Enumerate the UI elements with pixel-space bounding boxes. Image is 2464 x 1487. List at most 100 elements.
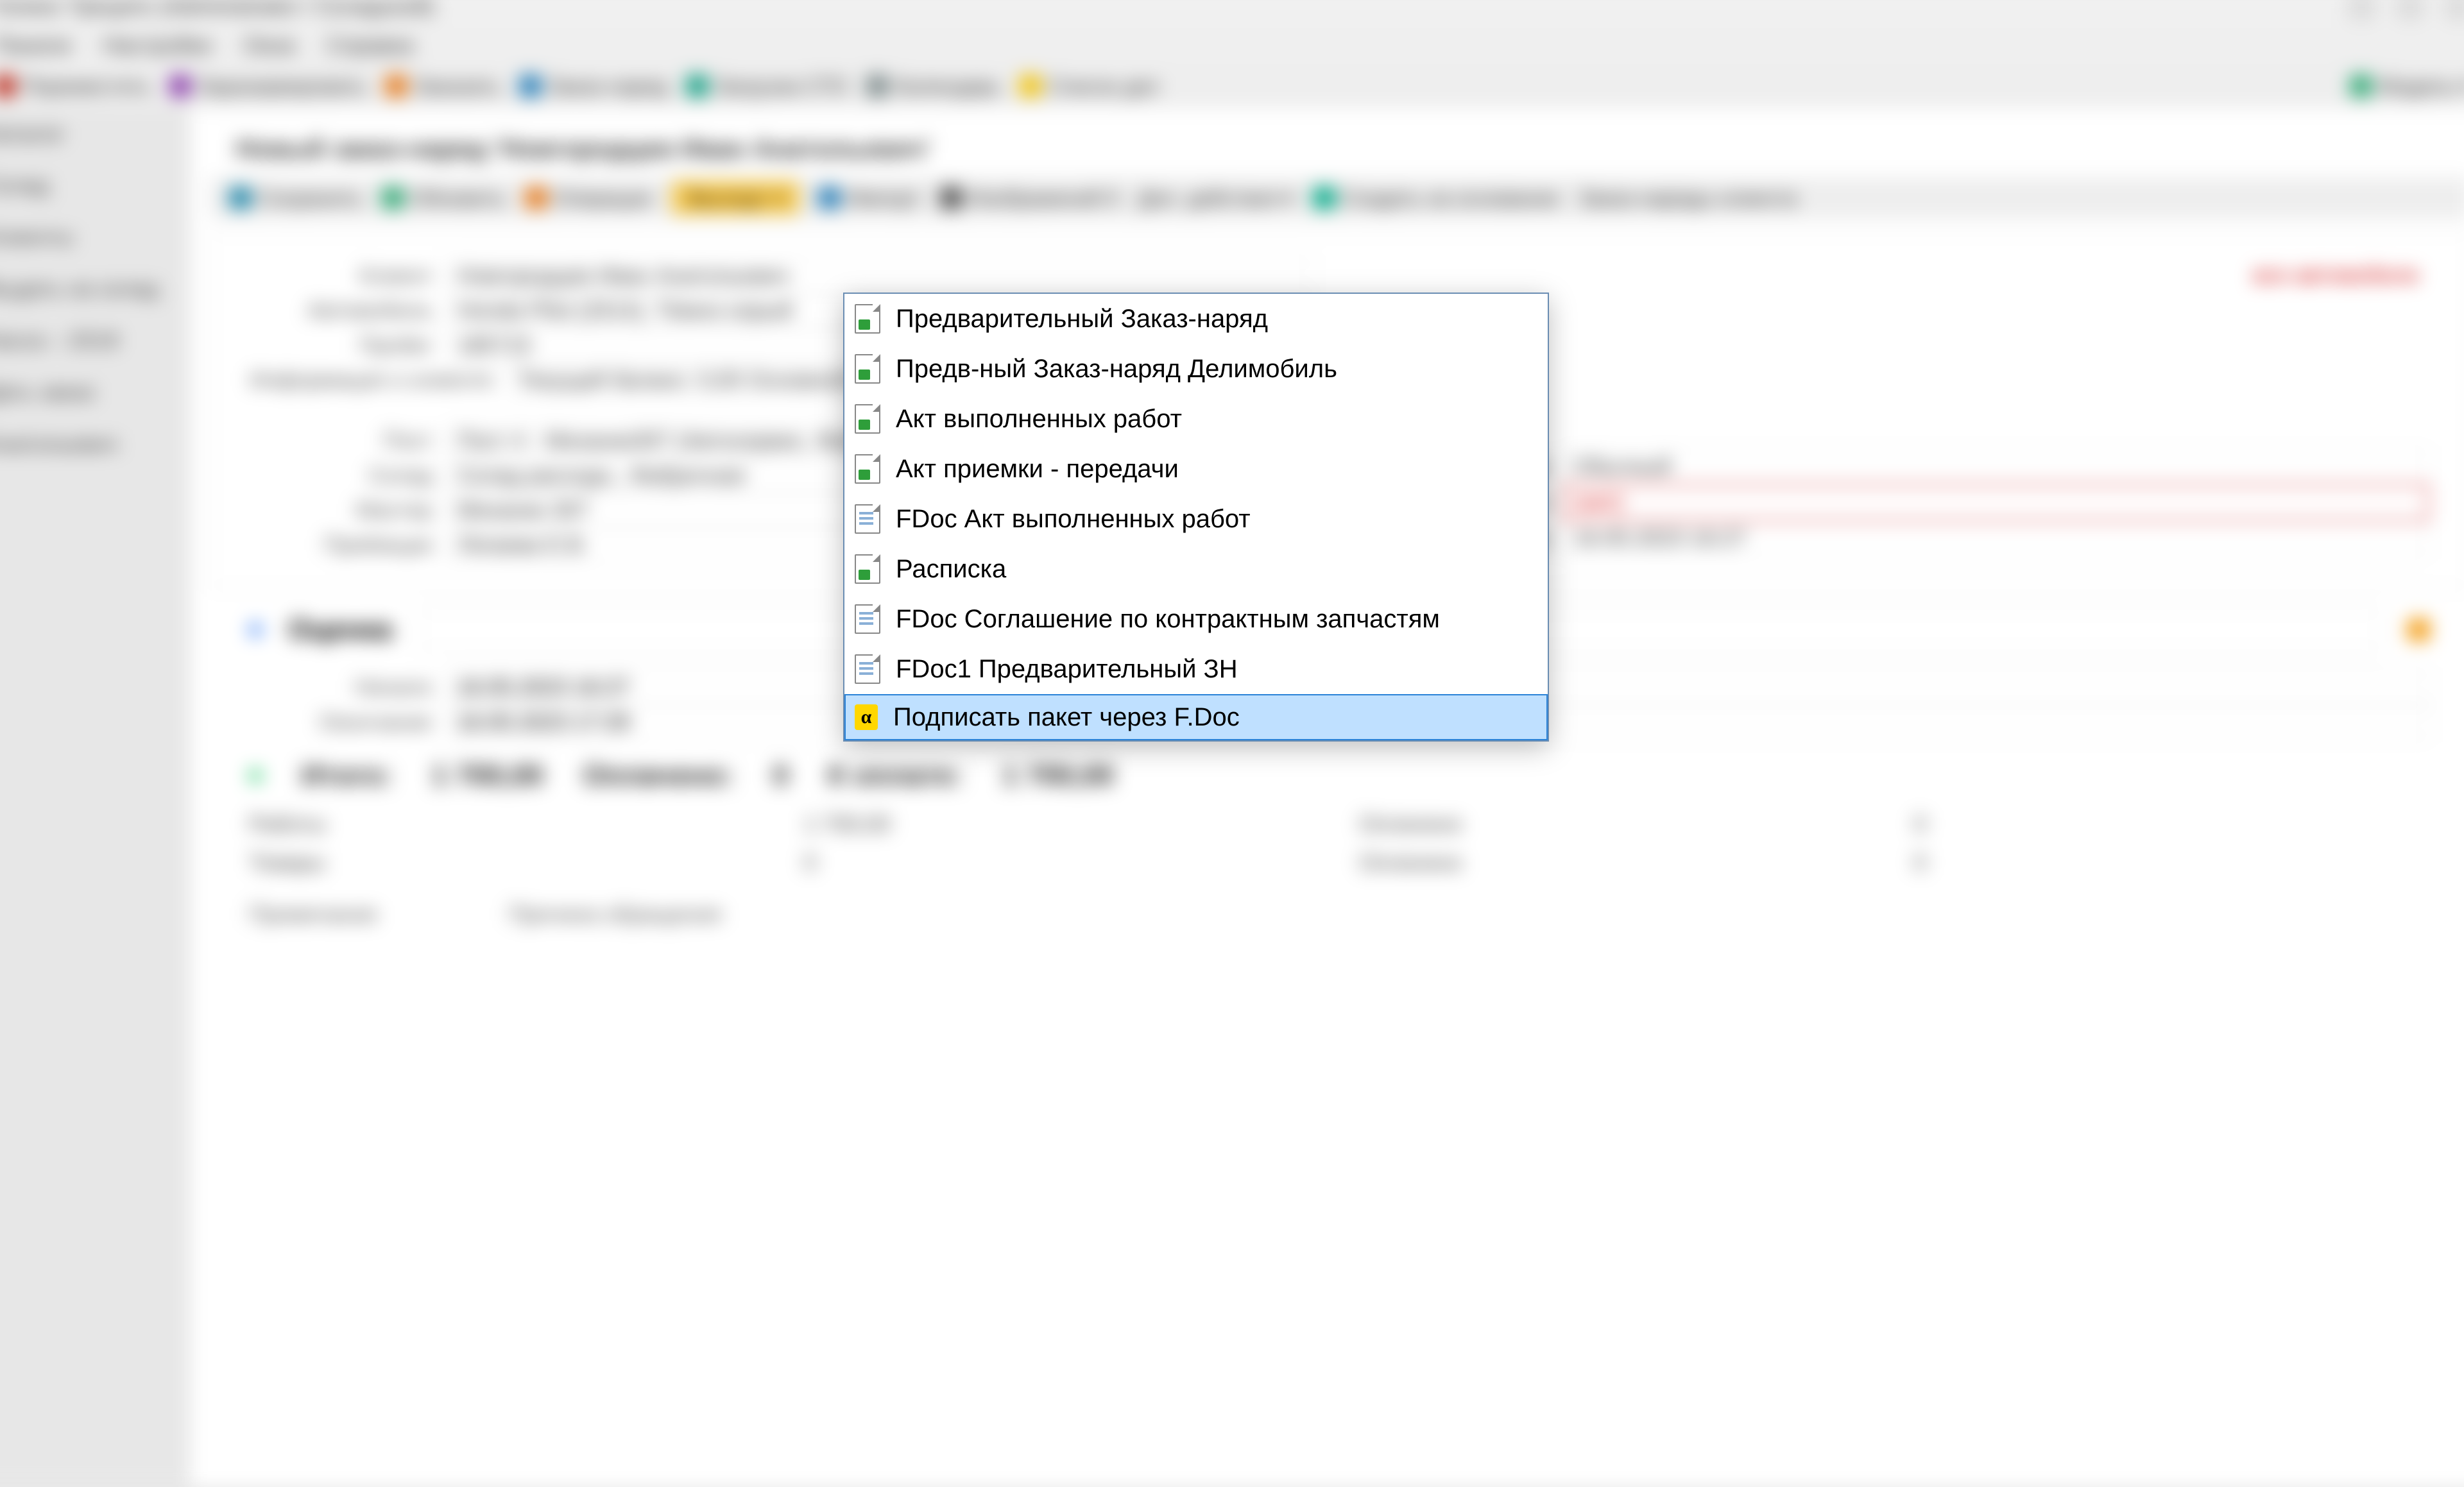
export-item-label: FDoc Соглашение по контрактным запчастям [896, 606, 1440, 632]
document-page-icon [855, 654, 880, 684]
itogo-value: 1 700,00 [431, 760, 543, 792]
export-item-receipt[interactable]: Расписка [844, 544, 1548, 594]
toolbar-button[interactable]: Заказать [385, 74, 501, 98]
all-autos-link[interactable]: все автомобили [1365, 259, 2429, 292]
load-icon [686, 75, 708, 98]
titlebar: Гелиос Трецепс (Administrator / Складско… [0, 0, 2464, 27]
client-row: Клиент Новгородцев Иван Анатольевич [250, 259, 1313, 293]
export-item-label: FDoc1 Предварительный ЗН [896, 656, 1238, 682]
export-item-label: FDoc Акт выполненных работ [896, 506, 1251, 532]
totals-row: Итого: 1 700,00 Оплачено: 0 К оплате: 1 … [210, 740, 2464, 811]
sidebar-item[interactable]: Анатольевич [0, 432, 181, 457]
todo-icon [1020, 75, 1042, 98]
note-label: Примечание [249, 902, 378, 928]
menu-item[interactable]: Справка [327, 33, 414, 58]
sidebar-item[interactable]: Каталог [0, 121, 181, 147]
master-label: Мастер [250, 498, 433, 523]
sidebar-item[interactable]: Склад [0, 173, 181, 199]
export-item-sign-package-fdoc[interactable]: α Подписать пакет через F.Doc [844, 694, 1548, 740]
date-value[interactable]: 16.05.2023 16:27 [1562, 521, 2429, 556]
dot-icon [249, 624, 262, 636]
plus-icon [1313, 187, 1335, 209]
tip-value[interactable]: Обычный [1562, 449, 2429, 484]
workorder-icon [519, 75, 542, 98]
sidebar-item[interactable]: Касса – 2019 [0, 328, 181, 354]
window-title: Гелиос Трецепс (Administrator / Складско… [0, 0, 434, 19]
document-title: Новый заказ-наряд 'Новгородцев Иван Анат… [210, 128, 2464, 176]
document-toolbar: Сохранить Обновить Операции Экспорт ▾ Им… [210, 177, 2464, 219]
export-item-preliminary-order-delimobil[interactable]: Предв-ный Заказ-наряд Делимобиль [844, 344, 1548, 394]
menu-item[interactable]: Настройки [103, 33, 212, 58]
export-item-label: Расписка [896, 556, 1006, 582]
sidebar-item[interactable]: Дать заказ [0, 380, 181, 405]
toolbar-model-button[interactable]: Модель ▾ [2350, 74, 2464, 99]
toolbar-button[interactable]: Календарь [866, 74, 1001, 98]
export-item-completed-works-act[interactable]: Акт выполненных работ [844, 394, 1548, 444]
reserve-icon [169, 75, 192, 98]
zapchasti-value[interactable]: (нет) [1562, 484, 2429, 521]
okonch-label: Окончание [249, 710, 432, 735]
export-item-fdoc1-preliminary[interactable]: FDoc1 Предварительный ЗН [844, 644, 1548, 694]
tovary-value: 0 [804, 850, 1320, 876]
koplata-label: К оплате: [828, 760, 963, 792]
export-item-fdoc-completed-works[interactable]: FDoc Акт выполненных работ [844, 494, 1548, 544]
close-button[interactable] [2444, 0, 2464, 21]
toolbar-button[interactable]: Заразирвировать [169, 74, 367, 98]
export-item-label: Акт выполненных работ [896, 406, 1182, 432]
export-item-label: Акт приемки - передачи [896, 456, 1179, 482]
maximize-button[interactable] [2396, 0, 2425, 21]
blurred-background: Гелиос Трецепс (Administrator / Складско… [0, 0, 2464, 1487]
notes-row: Примечание Причина обращения [210, 876, 2464, 953]
koplata-value: 1 700,00 [1002, 760, 1114, 792]
clock-icon [2408, 618, 2430, 641]
export-item-label: Предв-ный Заказ-наряд Делимобиль [896, 356, 1337, 382]
minimize-button[interactable] [2347, 0, 2376, 21]
export-item-label: Предварительный Заказ-наряд [896, 306, 1268, 332]
app-window: Гелиос Трецепс (Administrator / Складско… [0, 0, 2464, 1487]
sidebar-item[interactable]: Клиенты [0, 225, 181, 250]
toolbar-button[interactable]: Заказ-наряд [519, 74, 668, 98]
save-button[interactable]: Сохранить [229, 186, 362, 210]
export-item-acceptance-act[interactable]: Акт приемки - передачи [844, 444, 1548, 494]
toolbar-button[interactable]: Загрузка СТО [686, 74, 848, 98]
reason-label: Причина обращения [509, 902, 722, 928]
auto-label: Автомобиль [250, 298, 433, 324]
export-button[interactable]: Экспорт ▾ [671, 182, 799, 214]
sklad-label: Склад [250, 463, 433, 489]
menu-item[interactable]: Панели [0, 33, 71, 58]
excel-page-icon [855, 454, 880, 484]
export-item-label: Подписать пакет через F.Doc [893, 704, 1240, 730]
extra-actions-button[interactable]: Доп. действия ▾ [1138, 185, 1294, 210]
client-value[interactable]: Новгородцев Иван Анатольевич [446, 259, 1313, 293]
order-icon [385, 75, 407, 98]
create-from-button[interactable]: Создать на основании [1313, 186, 1559, 210]
image-icon [940, 187, 963, 209]
images-button[interactable]: Изображений 0 [940, 186, 1118, 210]
main-app-toolbar: Переместить Заразирвировать Заказать Зак… [0, 64, 2464, 108]
import-icon [819, 187, 841, 209]
export-dropdown-menu: Предварительный Заказ-наряд Предв-ный За… [843, 293, 1549, 742]
export-item-fdoc-agreement[interactable]: FDoc Соглашение по контрактным запчастям [844, 594, 1548, 644]
import-button[interactable]: Импорт [819, 186, 921, 210]
toolbar-button[interactable]: Список дел [1020, 74, 1159, 98]
excel-page-icon [855, 404, 880, 434]
dot-icon [249, 769, 262, 782]
toolbar-button[interactable]: Переместить [0, 74, 151, 98]
client-label: Клиент [250, 264, 433, 289]
excel-page-icon [855, 554, 880, 584]
menu-item[interactable]: Окна [243, 33, 295, 58]
ocenka-label: Оценка [288, 613, 392, 646]
mileage-label: Пробег [250, 333, 433, 359]
sidebar-item[interactable]: Выдать на склад [0, 276, 181, 302]
sidebar: Каталог Склад Клиенты Выдать на склад Ка… [0, 108, 190, 1487]
document-page-icon [855, 504, 880, 534]
operations-button[interactable]: Операции [525, 186, 652, 210]
itogo-label: Итого: [302, 760, 393, 792]
diskette-icon [229, 187, 252, 209]
alpha-app-icon: α [855, 704, 878, 730]
client-orders-button[interactable]: Заказ-наряды клиента [1579, 186, 1797, 210]
refresh-button[interactable]: Обновить [382, 186, 506, 210]
export-item-preliminary-order[interactable]: Предварительный Заказ-наряд [844, 294, 1548, 344]
raboty-label: Работы [249, 811, 765, 837]
priemshik-label: Приёмщик [250, 532, 433, 558]
